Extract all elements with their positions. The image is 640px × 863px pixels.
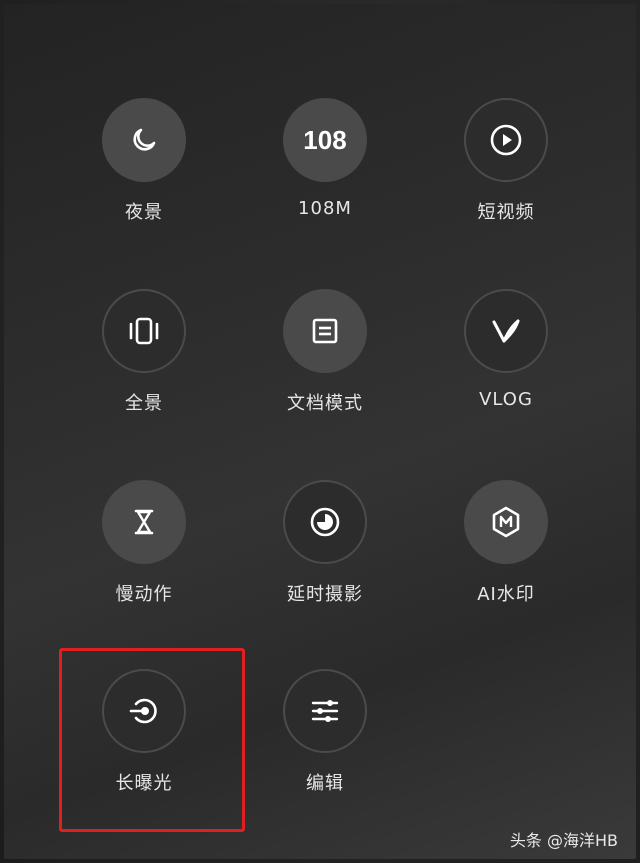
panorama-mode-button[interactable]	[102, 289, 186, 373]
mode-slow-motion[interactable]: 慢动作	[64, 480, 224, 650]
watermark-icon	[492, 506, 520, 538]
play-icon	[490, 124, 522, 156]
mode-label: 全景	[125, 393, 163, 414]
watermark-text: 头条 @海洋HB	[509, 831, 618, 850]
night-mode-button[interactable]	[102, 98, 186, 182]
mode-label: 编辑	[306, 773, 344, 794]
mode-short-video[interactable]: 短视频	[426, 98, 586, 268]
slow-motion-mode-button[interactable]	[102, 480, 186, 564]
mode-vlog[interactable]: VLOG	[426, 289, 586, 459]
mode-label: 108M	[298, 198, 352, 219]
mode-panel: 夜景 108 108M 短视频 全景 文档模式 VLOG 慢动作 延时摄影 AI…	[4, 4, 636, 859]
short-video-mode-button[interactable]	[464, 98, 548, 182]
highlight-box	[59, 648, 245, 832]
panorama-icon	[129, 317, 159, 345]
ai-watermark-mode-button[interactable]	[464, 480, 548, 564]
mode-label: 文档模式	[287, 393, 363, 414]
hourglass-icon	[134, 509, 154, 535]
sliders-icon	[311, 700, 339, 722]
mode-label: 短视频	[477, 202, 535, 223]
vlog-icon	[492, 319, 520, 343]
mode-panorama[interactable]: 全景	[64, 289, 224, 459]
mode-label: AI水印	[477, 584, 535, 605]
mode-edit[interactable]: 编辑	[245, 669, 405, 839]
108m-mode-button[interactable]: 108	[283, 98, 367, 182]
edit-mode-button[interactable]	[283, 669, 367, 753]
timelapse-mode-button[interactable]	[283, 480, 367, 564]
mode-label: 夜景	[125, 202, 163, 223]
mode-label: VLOG	[479, 389, 533, 410]
document-mode-button[interactable]	[283, 289, 367, 373]
mode-timelapse[interactable]: 延时摄影	[245, 480, 405, 650]
timelapse-icon	[310, 507, 340, 537]
mode-label: 延时摄影	[287, 584, 363, 605]
mode-ai-watermark[interactable]: AI水印	[426, 480, 586, 650]
document-icon	[312, 318, 338, 344]
mode-108m[interactable]: 108 108M	[245, 98, 405, 268]
moon-icon	[133, 128, 156, 151]
mode-label: 慢动作	[115, 584, 173, 605]
mode-document[interactable]: 文档模式	[245, 289, 405, 459]
mode-night[interactable]: 夜景	[64, 98, 224, 268]
vlog-mode-button[interactable]	[464, 289, 548, 373]
108-icon: 108	[303, 124, 347, 155]
